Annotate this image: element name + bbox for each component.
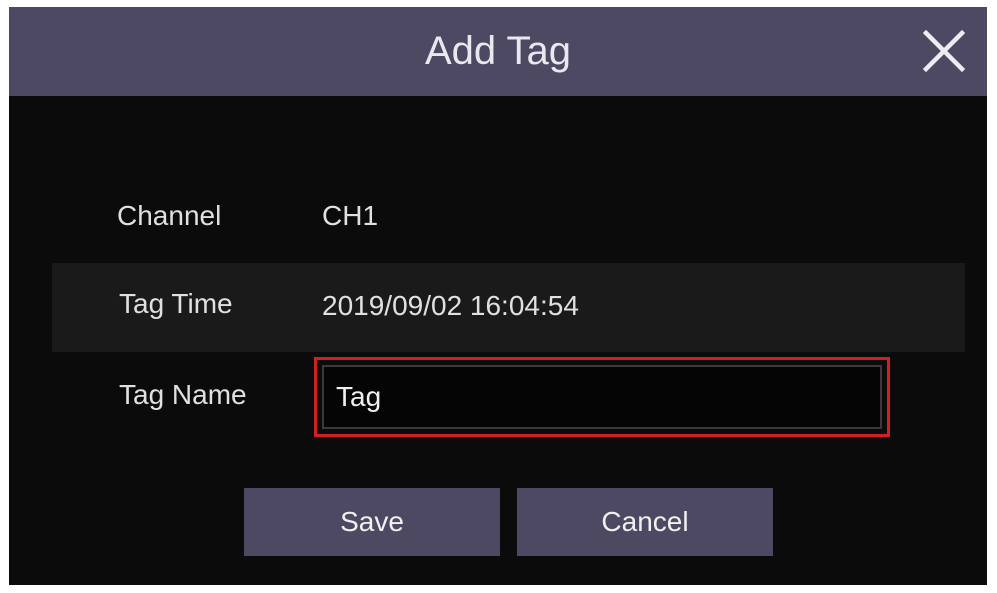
save-button[interactable]: Save xyxy=(244,488,500,556)
add-tag-dialog: Add Tag Channel CH1 Tag Time 2019/09/02 … xyxy=(9,7,987,585)
tag-time-label: Tag Time xyxy=(119,288,233,319)
close-icon[interactable] xyxy=(920,27,968,75)
channel-label: Channel xyxy=(117,200,222,231)
dialog-title: Add Tag xyxy=(424,29,572,73)
cancel-button[interactable]: Cancel xyxy=(517,488,773,556)
channel-value: CH1 xyxy=(322,200,379,231)
dialog-titlebar: Add Tag xyxy=(9,7,987,96)
tag-name-label: Tag Name xyxy=(119,379,247,410)
tag-name-input[interactable] xyxy=(322,365,882,429)
tag-time-value: 2019/09/02 16:04:54 xyxy=(322,290,579,321)
